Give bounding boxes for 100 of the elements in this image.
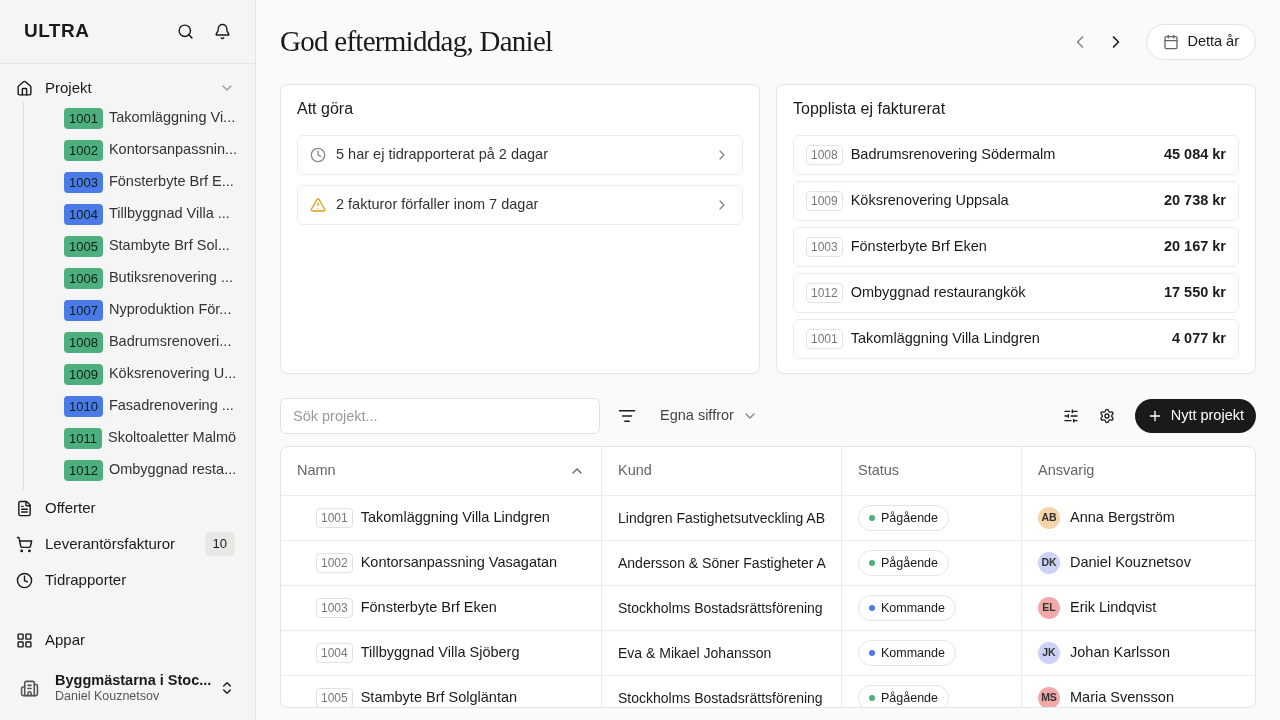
clock-icon bbox=[310, 147, 326, 163]
project-item[interactable]: 1003 Fönsterbyte Brf E... bbox=[64, 166, 255, 198]
project-number-tag: 1002 bbox=[64, 139, 103, 161]
card-title: Att göra bbox=[297, 99, 355, 119]
cart-icon bbox=[16, 535, 33, 553]
project-item[interactable]: 1004 Tillbyggnad Villa ... bbox=[64, 198, 255, 230]
nav-item[interactable]: Offerter bbox=[0, 490, 255, 526]
sliders-icon[interactable] bbox=[1062, 408, 1079, 424]
filter-icon[interactable] bbox=[618, 407, 636, 425]
project-name: Stambyte Brf Solgläntan bbox=[360, 688, 518, 707]
person-name: Maria Svensson bbox=[1070, 688, 1174, 707]
project-number: 1008 bbox=[806, 145, 843, 165]
project-item[interactable]: 1005 Stambyte Brf Sol... bbox=[64, 230, 255, 262]
project-name: Fönsterbyte Brf Eken bbox=[360, 598, 497, 618]
toplist-item[interactable]: 1001 Takomläggning Villa Lindgren 4 077 kr bbox=[793, 319, 1239, 359]
table-row[interactable]: 1002 Kontorsanpassning Vasagatan Andersson & Söner Fastigheter A Pågående DK Daniel Kouznetsov bbox=[281, 541, 1255, 586]
amount: 4 077 kr bbox=[1171, 329, 1226, 349]
project-item[interactable]: 1006 Butiksrenovering ... bbox=[64, 262, 255, 294]
column-header[interactable]: Ansvarig bbox=[1038, 460, 1095, 482]
user-name: Daniel Kouznetsov bbox=[55, 689, 161, 705]
avatar: MS bbox=[1038, 687, 1060, 707]
organization-name: Byggmästarna i Stoc... bbox=[55, 671, 213, 690]
toplist-item[interactable]: 1012 Ombyggnad restaurangkök 17 550 kr bbox=[793, 273, 1239, 313]
project-item[interactable]: 1007 Nyproduktion För... bbox=[64, 294, 255, 326]
clock-icon bbox=[16, 571, 33, 589]
project-number-tag: 1006 bbox=[64, 267, 103, 289]
todo-item[interactable]: 2 fakturor förfaller inom 7 dagar bbox=[297, 185, 743, 225]
project-item[interactable]: 1001 Takomläggning Vi... bbox=[64, 102, 255, 134]
customer-name: Andersson & Söner Fastigheter A bbox=[618, 553, 826, 573]
project-item[interactable]: 1010 Fasadrenovering ... bbox=[64, 390, 255, 422]
project-name: Ombyggnad resta... bbox=[108, 460, 237, 480]
amount: 17 550 kr bbox=[1163, 283, 1226, 303]
view-dropdown[interactable]: Egna siffror bbox=[652, 405, 766, 427]
table-row[interactable]: 1005 Stambyte Brf Solgläntan Stockholms Bostadsrättsförening Pågående MS Maria Svensson bbox=[281, 676, 1255, 707]
project-name: Nyproduktion För... bbox=[108, 300, 232, 320]
search-icon[interactable] bbox=[177, 23, 194, 40]
amount: 20 738 kr bbox=[1163, 191, 1226, 211]
project-name: Kontorsanpassning Vasagatan bbox=[360, 553, 558, 573]
building-icon bbox=[20, 678, 39, 698]
project-name: Ombyggnad restaurangkök bbox=[850, 283, 1027, 303]
project-name: Takomläggning Villa Lindgren bbox=[360, 508, 550, 528]
project-number: 1004 bbox=[316, 643, 353, 663]
greeting-title: God eftermiddag, Daniel bbox=[280, 24, 553, 60]
toplist-item[interactable]: 1009 Köksrenovering Uppsala 20 738 kr bbox=[793, 181, 1239, 221]
project-name: Kontorsanpassnin... bbox=[108, 140, 238, 160]
settings-icon[interactable] bbox=[1098, 408, 1115, 424]
project-number: 1002 bbox=[316, 553, 353, 573]
todo-item[interactable]: 5 har ej tidrapporterat på 2 dagar bbox=[297, 135, 743, 175]
project-number-tag: 1003 bbox=[64, 171, 103, 193]
toplist-item[interactable]: 1003 Fönsterbyte Brf Eken 20 167 kr bbox=[793, 227, 1239, 267]
column-header[interactable]: Status bbox=[858, 460, 900, 482]
project-number: 1001 bbox=[806, 329, 843, 349]
project-number: 1003 bbox=[806, 237, 843, 257]
project-item[interactable]: 1012 Ombyggnad resta... bbox=[64, 454, 255, 486]
customer-name: Lindgren Fastighetsutveckling AB bbox=[618, 508, 825, 528]
project-number: 1003 bbox=[316, 598, 353, 618]
amount: 20 167 kr bbox=[1163, 237, 1226, 257]
avatar: AB bbox=[1038, 507, 1060, 529]
nav-item[interactable]: Projekt bbox=[0, 76, 255, 100]
project-name: Takomläggning Vi... bbox=[108, 108, 236, 128]
nav-item[interactable]: Leverantörsfakturor 10 bbox=[0, 526, 255, 562]
customer-name: Stockholms Bostadsrättsförening bbox=[618, 598, 823, 618]
toplist-item[interactable]: 1008 Badrumsrenovering Södermalm 45 084 kr bbox=[793, 135, 1239, 175]
bell-icon[interactable] bbox=[214, 23, 231, 40]
person-name: Daniel Kouznetsov bbox=[1070, 553, 1191, 573]
column-header[interactable]: Kund bbox=[618, 460, 652, 482]
project-item[interactable]: 1002 Kontorsanpassnin... bbox=[64, 134, 255, 166]
person-name: Anna Bergström bbox=[1070, 508, 1175, 528]
avatar: JK bbox=[1038, 642, 1060, 664]
table-row[interactable]: 1003 Fönsterbyte Brf Eken Stockholms Bostadsrättsförening Kommande EL Erik Lindqvist bbox=[281, 586, 1255, 631]
project-name: Stambyte Brf Sol... bbox=[108, 236, 230, 256]
avatar: EL bbox=[1038, 597, 1060, 619]
project-number: 1001 bbox=[316, 508, 353, 528]
project-number-tag: 1001 bbox=[64, 107, 103, 129]
period-button[interactable]: Detta år bbox=[1146, 24, 1256, 60]
calendar-icon bbox=[1163, 34, 1180, 50]
nav-item[interactable]: Tidrapporter bbox=[0, 562, 255, 598]
project-name: Tillbyggnad Villa ... bbox=[108, 204, 230, 224]
project-name: Badrumsrenoveri... bbox=[108, 332, 232, 352]
nav-item[interactable]: Appar bbox=[0, 620, 255, 660]
column-header[interactable]: Namn bbox=[297, 460, 336, 482]
card-title: Topplista ej fakturerat bbox=[793, 99, 947, 119]
search-field[interactable]: Sök projekt... bbox=[280, 398, 600, 434]
project-item[interactable]: 1008 Badrumsrenoveri... bbox=[64, 326, 255, 358]
home-icon bbox=[16, 79, 33, 97]
project-number-tag: 1010 bbox=[64, 395, 103, 417]
person-name: Erik Lindqvist bbox=[1070, 598, 1157, 618]
new-project-button[interactable]: Nytt projekt bbox=[1134, 399, 1256, 433]
project-item[interactable]: 1009 Köksrenovering U... bbox=[64, 358, 255, 390]
project-name: Fönsterbyte Brf E... bbox=[108, 172, 234, 192]
document-icon bbox=[16, 499, 33, 517]
project-name: Köksrenovering U... bbox=[108, 364, 237, 384]
table-row[interactable]: 1004 Tillbyggnad Villa Sjöberg Eva & Mikael Johansson Kommande JK Johan Karlsson bbox=[281, 631, 1255, 676]
project-item[interactable]: 1011 Skoltoaletter Malmö bbox=[64, 422, 255, 454]
organization-switcher[interactable]: Byggmästarna i Stoc... Daniel Kouznetsov bbox=[0, 660, 255, 716]
count-badge: 10 bbox=[204, 532, 235, 556]
table-row[interactable]: 1001 Takomläggning Villa Lindgren Lindgren Fastighetsutveckling AB Pågående AB Anna Bergström bbox=[281, 496, 1255, 541]
project-number-tag: 1012 bbox=[64, 459, 103, 481]
project-number: 1009 bbox=[806, 191, 843, 211]
project-number-tag: 1005 bbox=[64, 235, 103, 257]
